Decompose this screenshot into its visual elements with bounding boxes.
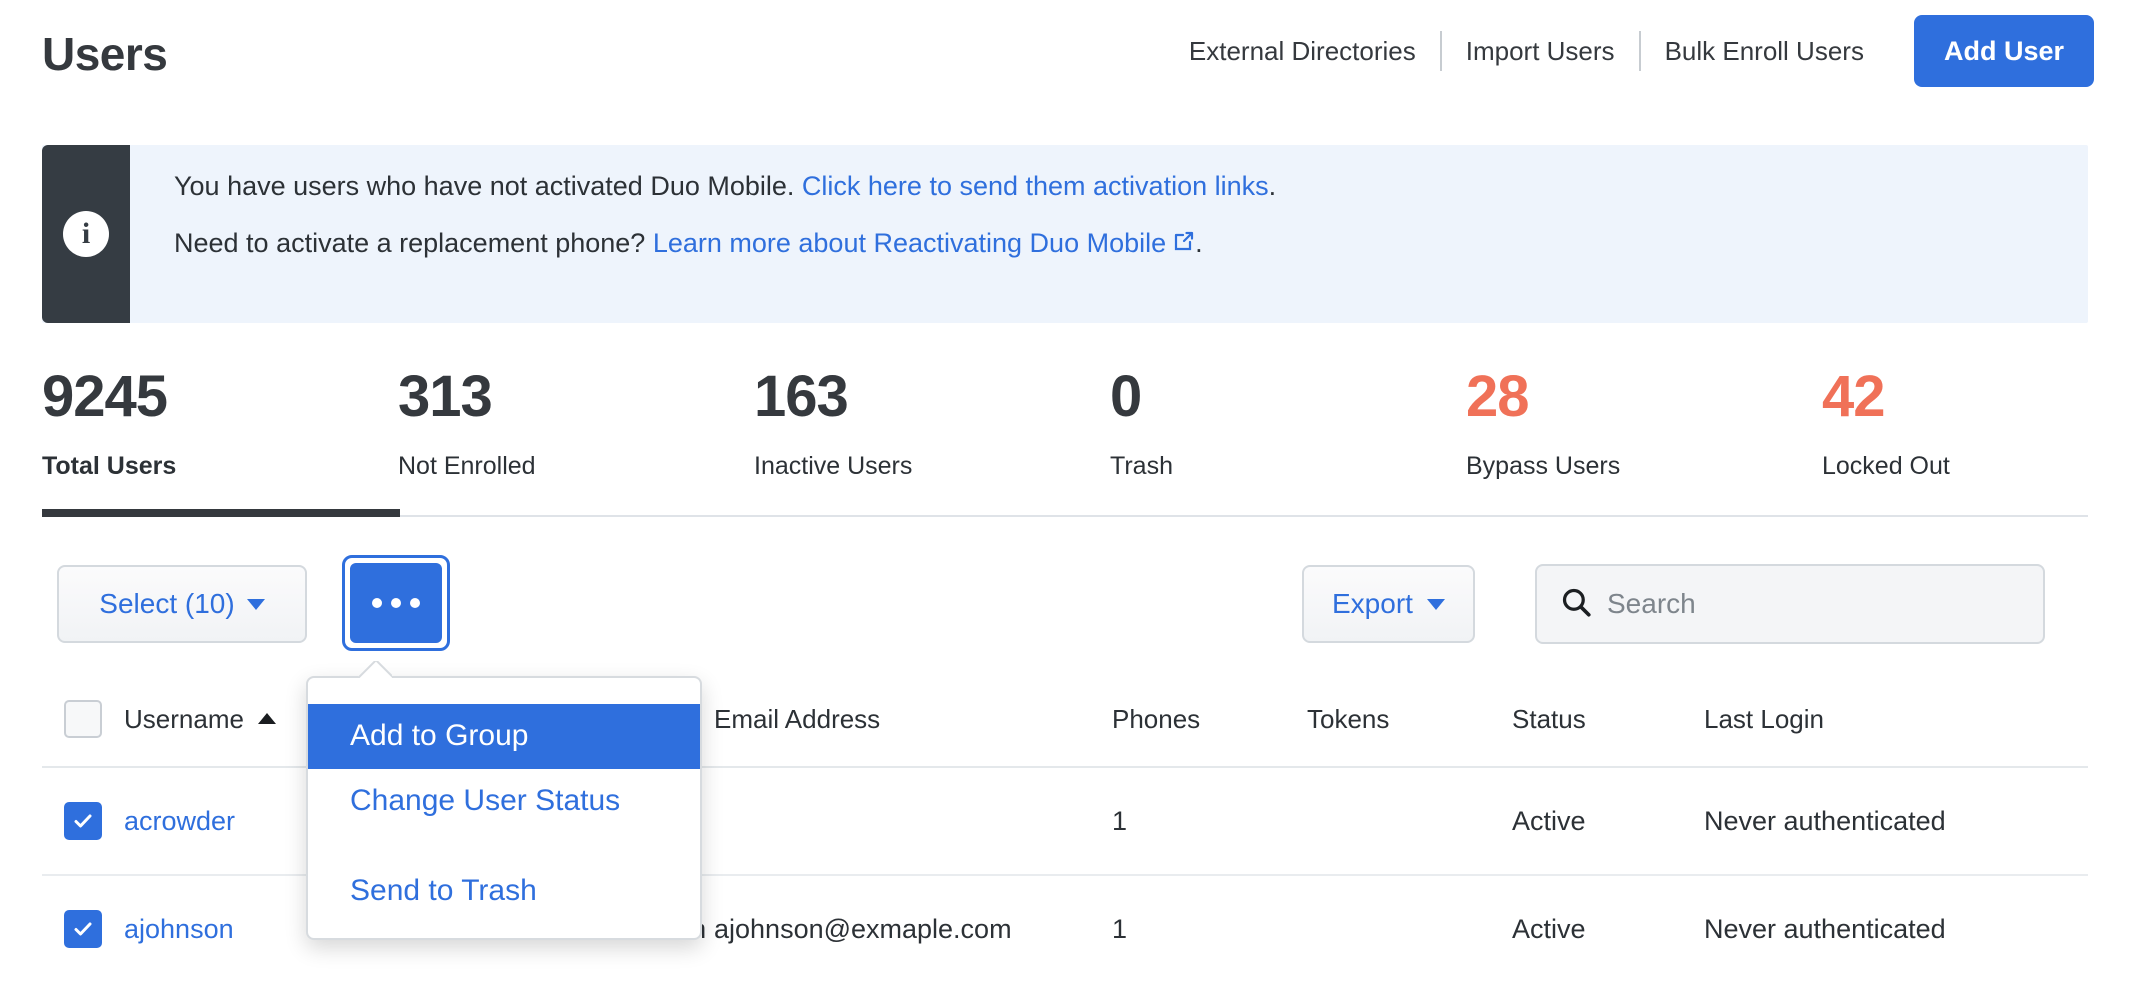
stat-value: 9245 <box>42 368 398 426</box>
menu-arrow <box>358 661 392 678</box>
stat-tab-trash[interactable]: 0 Trash <box>1110 368 1466 510</box>
row-select-cell <box>42 910 124 948</box>
header-link-bulk-enroll-users[interactable]: Bulk Enroll Users <box>1641 36 1888 67</box>
stats-tabs: 9245 Total Users 313 Not Enrolled 163 In… <box>42 368 2088 510</box>
banner-body: You have users who have not activated Du… <box>130 145 2088 323</box>
chevron-down-icon <box>1427 599 1445 610</box>
search-box[interactable] <box>1535 564 2045 644</box>
banner-line-1: You have users who have not activated Du… <box>174 173 2088 200</box>
select-all-checkbox[interactable] <box>64 700 102 738</box>
column-header-last-login[interactable]: Last Login <box>1704 704 2004 735</box>
row-phones: 1 <box>1112 806 1307 837</box>
page-title: Users <box>42 27 167 81</box>
row-last-login: Never authenticated <box>1704 806 2004 837</box>
add-user-button[interactable]: Add User <box>1914 15 2094 87</box>
stat-tab-locked-out[interactable]: 42 Locked Out <box>1822 368 2130 510</box>
stat-value: 313 <box>398 368 754 426</box>
row-email: ajohnson@exmaple.com <box>714 914 1112 945</box>
external-link-icon <box>1171 230 1195 259</box>
menu-item-add-to-group[interactable]: Add to Group <box>308 704 700 769</box>
stat-label: Total Users <box>42 452 398 481</box>
stat-label: Bypass Users <box>1466 452 1822 481</box>
stat-tab-total-users[interactable]: 9245 Total Users <box>42 368 398 510</box>
export-label: Export <box>1332 588 1413 620</box>
column-header-username-label: Username <box>124 704 244 734</box>
stat-label: Locked Out <box>1822 452 2130 481</box>
ellipsis-icon <box>410 598 420 608</box>
stat-label: Trash <box>1110 452 1466 481</box>
row-status: Active <box>1512 914 1704 945</box>
more-actions-menu: Add to Group Change User Status Send to … <box>306 676 702 940</box>
chevron-down-icon <box>247 599 265 610</box>
menu-item-change-user-status[interactable]: Change User Status <box>308 769 700 834</box>
menu-item-send-to-trash[interactable]: Send to Trash <box>308 859 700 924</box>
row-checkbox[interactable] <box>64 910 102 948</box>
banner-text-2-end: . <box>1195 228 1203 258</box>
stat-value: 28 <box>1466 368 1822 426</box>
more-actions-inner <box>350 563 442 643</box>
row-select-cell <box>42 802 124 840</box>
row-last-login: Never authenticated <box>1704 914 2004 945</box>
stat-tab-inactive-users[interactable]: 163 Inactive Users <box>754 368 1110 510</box>
column-header-phones[interactable]: Phones <box>1112 704 1307 735</box>
banner-text-1-end: . <box>1269 171 1277 201</box>
stat-tab-not-enrolled[interactable]: 313 Not Enrolled <box>398 368 754 510</box>
column-header-status[interactable]: Status <box>1512 704 1704 735</box>
header-link-external-directories[interactable]: External Directories <box>1165 36 1440 67</box>
stat-label: Not Enrolled <box>398 452 754 481</box>
ellipsis-icon <box>391 598 401 608</box>
row-checkbox[interactable] <box>64 802 102 840</box>
sort-ascending-icon <box>258 713 276 724</box>
reactivating-duo-mobile-link[interactable]: Learn more about Reactivating Duo Mobile <box>653 228 1195 258</box>
stat-value: 42 <box>1822 368 2130 426</box>
row-phones: 1 <box>1112 914 1307 945</box>
info-banner: i You have users who have not activated … <box>42 145 2088 323</box>
active-tab-underline <box>42 509 400 517</box>
select-dropdown-button[interactable]: Select (10) <box>57 565 307 643</box>
page-header: Users External Directories Import Users … <box>0 0 2130 112</box>
stat-label: Inactive Users <box>754 452 1110 481</box>
banner-icon-panel: i <box>42 145 130 323</box>
activation-links-link[interactable]: Click here to send them activation links <box>802 171 1269 201</box>
select-all-cell <box>42 700 124 738</box>
more-actions-button[interactable] <box>342 555 450 651</box>
export-dropdown-button[interactable]: Export <box>1302 565 1475 643</box>
search-icon <box>1559 585 1593 624</box>
search-input[interactable] <box>1607 588 2021 620</box>
column-header-tokens[interactable]: Tokens <box>1307 704 1512 735</box>
stat-value: 0 <box>1110 368 1466 426</box>
users-page: Users External Directories Import Users … <box>0 0 2130 982</box>
header-actions: External Directories Import Users Bulk E… <box>1165 14 2094 88</box>
column-header-email[interactable]: Email Address <box>714 704 1112 735</box>
stat-tab-bypass-users[interactable]: 28 Bypass Users <box>1466 368 1822 510</box>
ellipsis-icon <box>372 598 382 608</box>
header-link-import-users[interactable]: Import Users <box>1442 36 1639 67</box>
info-icon: i <box>63 211 109 257</box>
banner-line-2: Need to activate a replacement phone? Le… <box>174 230 2088 259</box>
row-status: Active <box>1512 806 1704 837</box>
row-username-label: ajohnson <box>124 914 234 944</box>
banner-text-1: You have users who have not activated Du… <box>174 171 802 201</box>
table-toolbar: Select (10) Export <box>42 552 2088 664</box>
reactivating-link-label: Learn more about Reactivating Duo Mobile <box>653 228 1166 258</box>
stat-value: 163 <box>754 368 1110 426</box>
menu-separator <box>308 833 700 859</box>
select-dropdown-label: Select (10) <box>99 588 234 620</box>
banner-text-2: Need to activate a replacement phone? <box>174 228 653 258</box>
